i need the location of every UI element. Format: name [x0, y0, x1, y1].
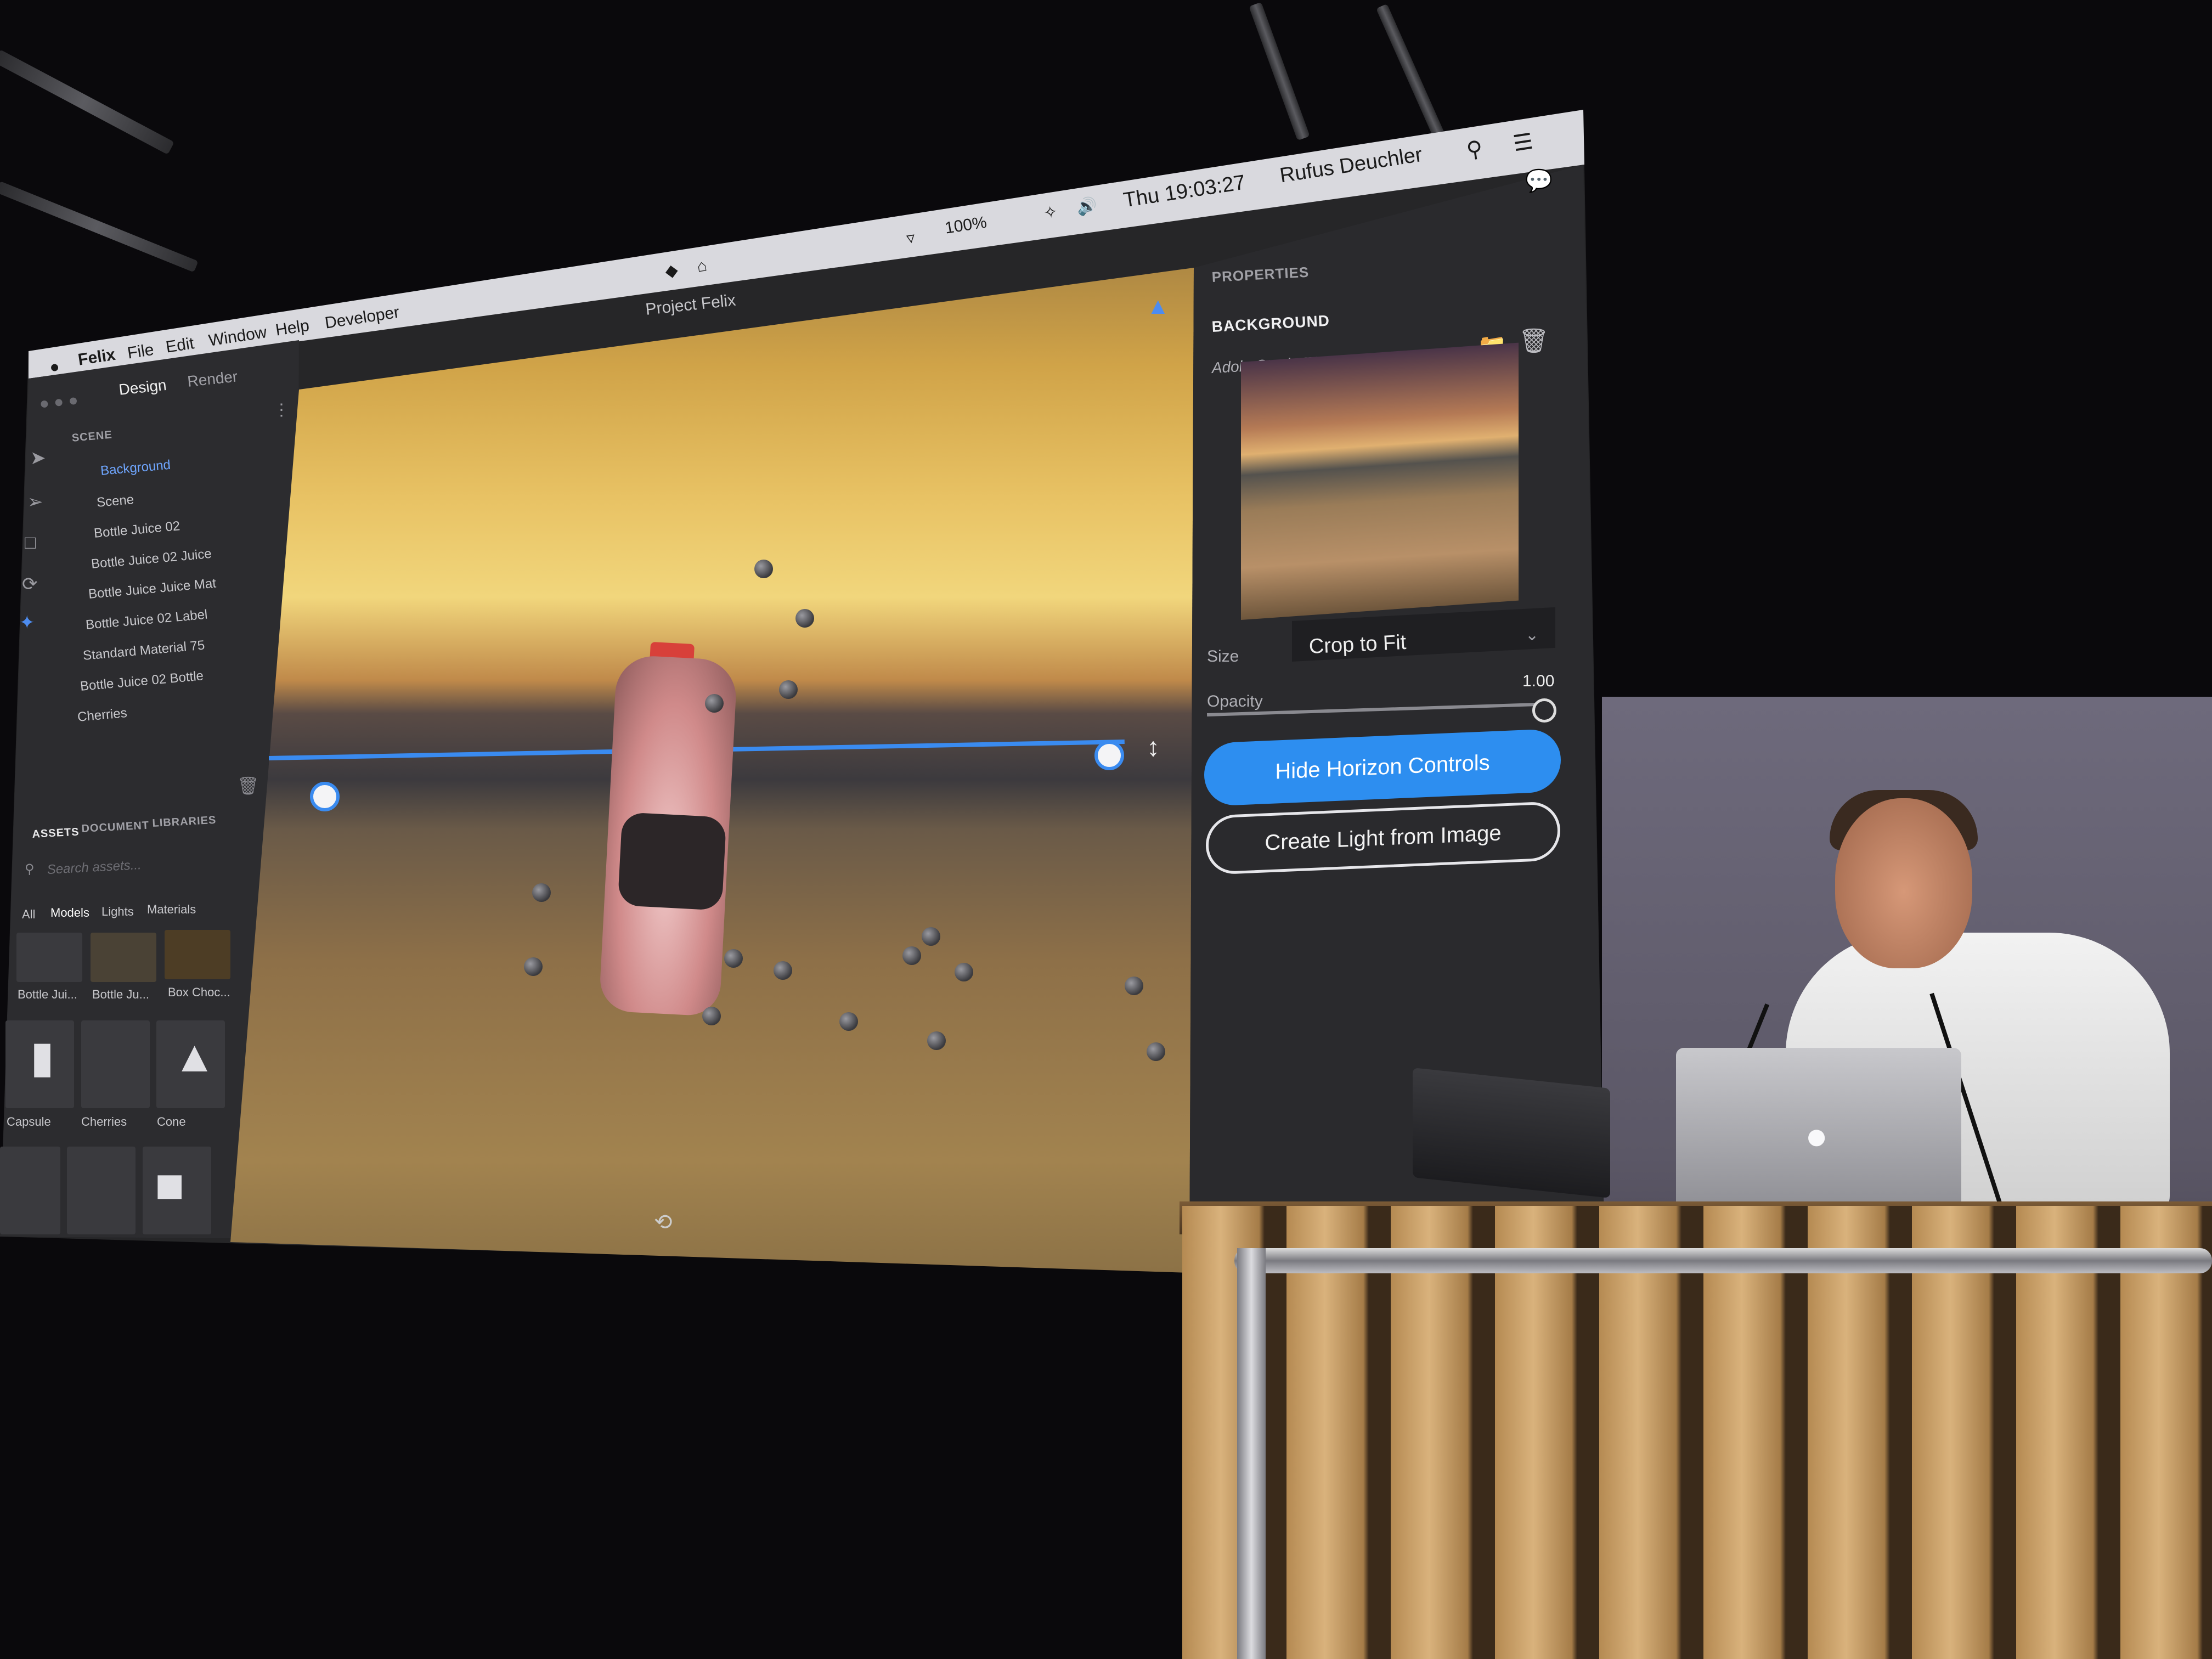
trash-icon[interactable]: 🗑	[1519, 326, 1549, 355]
magic-wand-icon[interactable]: ✦	[19, 612, 35, 634]
asset-thumb-bottle-2[interactable]	[91, 933, 156, 982]
asset-label-capsule: Capsule	[7, 1115, 51, 1128]
hide-horizon-controls-label: Hide Horizon Controls	[1275, 751, 1490, 784]
cherry	[702, 1007, 721, 1025]
asset-thumb-gem[interactable]	[67, 1147, 136, 1234]
cube-icon: ■	[155, 1158, 185, 1213]
cherry	[1147, 1042, 1165, 1061]
opacity-value: 1.00	[1522, 672, 1555, 690]
asset-label-bottle-2: Bottle Ju...	[92, 988, 149, 1001]
cherry	[532, 883, 551, 902]
cherry	[774, 961, 792, 980]
volume-icon[interactable]: 🔊	[1075, 195, 1098, 217]
asset-thumb-cherries[interactable]	[81, 1020, 150, 1108]
horizon-handle-right[interactable]	[1094, 741, 1124, 770]
light-truss	[1249, 2, 1310, 141]
direct-select-tool-icon[interactable]: ➢	[27, 491, 43, 513]
wooden-podium	[1182, 1206, 2212, 1659]
bluetooth-icon[interactable]: ✧	[1042, 202, 1059, 223]
light-truss	[0, 181, 199, 273]
background-thumbnail[interactable]	[1241, 342, 1519, 620]
cherry	[902, 946, 921, 965]
metal-rail	[1234, 1248, 2212, 1273]
asset-label-bottle-1: Bottle Jui...	[18, 988, 77, 1001]
asset-label-cone: Cone	[157, 1115, 186, 1128]
capsule-icon: ▮	[30, 1032, 55, 1081]
tablet-device	[1413, 1068, 1610, 1198]
cherry	[524, 957, 543, 976]
horizon-handle-left[interactable]	[310, 782, 340, 811]
asset-label-cherries: Cherries	[81, 1115, 127, 1128]
feedback-icon[interactable]: 💬	[1525, 168, 1553, 194]
size-label: Size	[1207, 647, 1239, 665]
orbit-tool-icon[interactable]: ⟳	[22, 573, 38, 595]
opacity-slider-handle[interactable]	[1532, 698, 1556, 723]
cherry	[922, 927, 940, 946]
viewport-mode-icon[interactable]: ▲	[1147, 293, 1170, 319]
assets-search-icon: ⚲	[25, 862, 35, 877]
cherry	[724, 949, 743, 968]
tab-assets[interactable]: ASSETS	[32, 826, 80, 840]
presenter-head	[1835, 798, 1972, 968]
filter-all[interactable]: All	[22, 907, 35, 922]
filter-models[interactable]: Models	[50, 906, 89, 920]
menu-file[interactable]: File	[126, 341, 155, 363]
asset-thumb-knot[interactable]	[0, 1147, 60, 1234]
asset-thumb-box-chocolate[interactable]	[165, 930, 230, 979]
filter-lights[interactable]: Lights	[101, 905, 134, 919]
orbit-reset-icon[interactable]: ⟲	[654, 1210, 673, 1235]
opacity-label: Opacity	[1207, 692, 1263, 710]
cherry	[927, 1031, 946, 1050]
cone-icon: ▲	[173, 1032, 217, 1081]
frame-tool-icon[interactable]: □	[25, 532, 36, 554]
apple-logo-icon: ●	[1805, 1114, 1829, 1157]
panel-menu-icon[interactable]: ⋮	[273, 400, 290, 420]
cherry	[779, 680, 798, 699]
light-truss	[1376, 3, 1445, 139]
asset-label-box-chocolate: Box Choc...	[168, 985, 230, 999]
asset-thumb-bottle-1[interactable]	[16, 933, 82, 982]
filter-materials[interactable]: Materials	[147, 902, 196, 917]
tree-item-scene[interactable]: Scene	[96, 492, 134, 511]
horizon-move-icon[interactable]: ↕	[1147, 732, 1160, 763]
cherry	[1125, 977, 1143, 995]
cherry	[705, 694, 724, 713]
light-truss	[0, 49, 174, 155]
delete-icon[interactable]: 🗑	[237, 775, 259, 796]
cherry	[754, 560, 773, 578]
cherry	[839, 1012, 858, 1031]
chevron-down-icon: ⌄	[1525, 626, 1539, 644]
size-dropdown-value: Crop to Fit	[1308, 630, 1407, 658]
bottle-label	[617, 812, 727, 911]
cherry	[955, 963, 973, 981]
cherry	[795, 609, 814, 628]
notification-center-icon[interactable]: ☰	[1511, 129, 1534, 157]
create-light-from-image-label: Create Light from Image	[1265, 820, 1502, 855]
metal-rail-post	[1237, 1248, 1266, 1659]
select-tool-icon[interactable]: ➤	[30, 447, 46, 469]
